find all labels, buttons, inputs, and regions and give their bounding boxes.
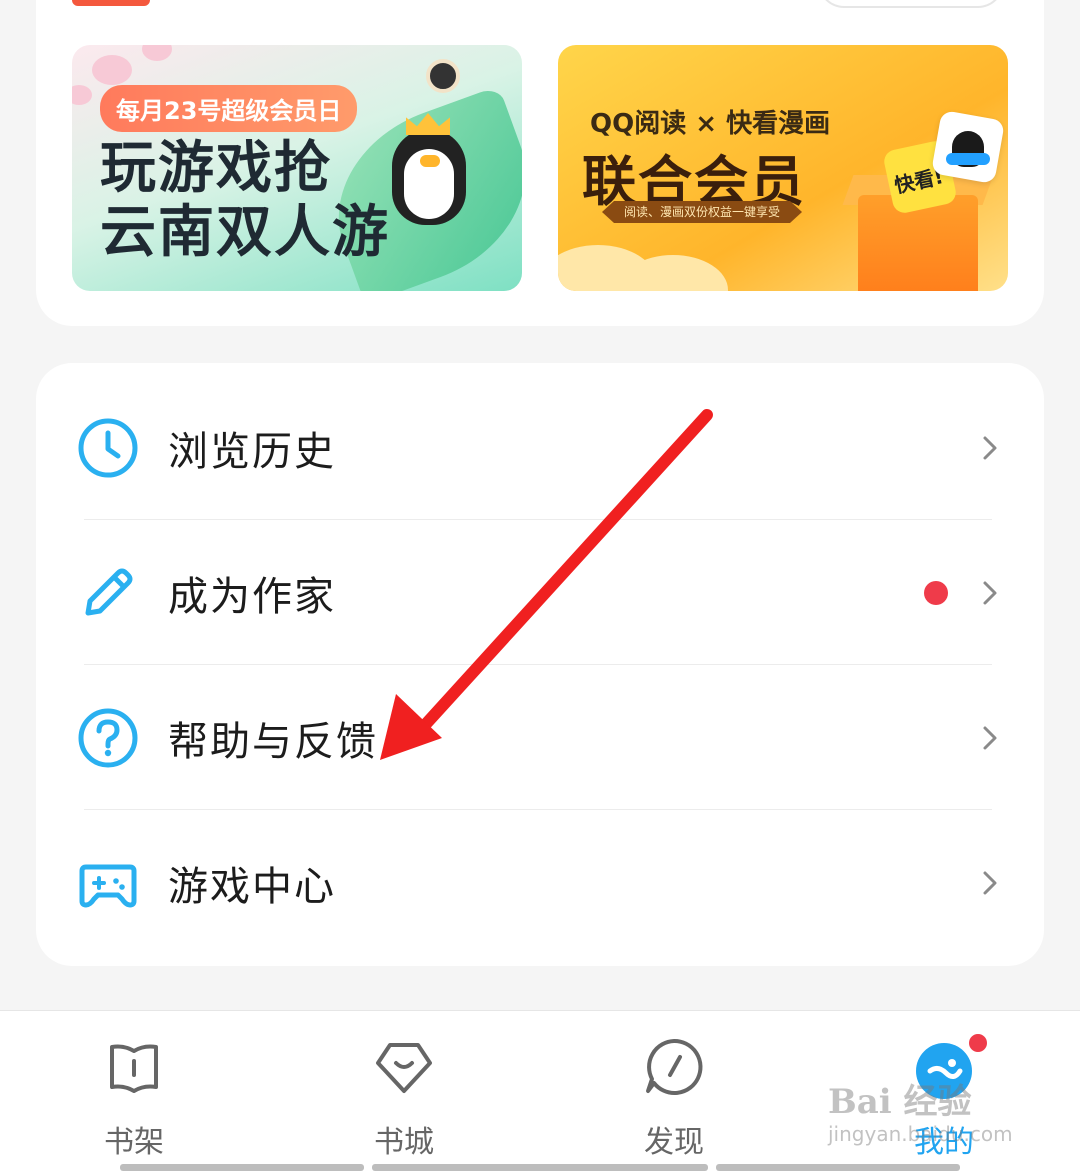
chevron-right-icon [983,581,997,604]
chevron-right-icon [983,871,997,894]
banner-left-title: 玩游戏抢 云南双人游 [100,136,390,265]
chevron-right-icon [983,436,997,459]
nav-label: 书架 [104,1125,164,1160]
baidu-watermark: Bai 经验 jingyan.baidu.com [828,1082,1013,1146]
menu-item-label: 游戏中心 [168,863,336,910]
nav-tab-discover[interactable]: 发现 [604,1027,744,1160]
menu-item-label: 成为作家 [168,573,336,620]
home-indicator [120,1164,364,1171]
promo-banner-joint-membership[interactable]: 快看! QQ阅读 × 快看漫画 联合会员 阅读、漫画双份权益一键享受 [558,45,1008,291]
bookshelf-icon [110,1044,158,1093]
chevron-right-icon [983,726,997,749]
top-pill-button[interactable] [818,0,1004,8]
banner-right-subtitle: QQ阅读 × 快看漫画 [590,109,831,139]
pencil-icon [85,568,133,615]
menu-item-label: 浏览历史 [168,428,336,475]
menu-item-help-feedback[interactable]: 帮助与反馈 [36,665,1044,810]
menu-item-become-writer[interactable]: 成为作家 [36,520,1044,665]
notification-dot [924,580,948,605]
menu-item-history[interactable]: 浏览历史 [36,375,1044,520]
compass-icon [646,1038,703,1095]
promo-banner-member-day[interactable]: 每月23号超级会员日 玩游戏抢 云南双人游 [72,45,522,291]
menu-card: 浏览历史 成为作家 帮助与反馈 游戏中心 [36,363,1044,966]
nav-tab-bookshelf[interactable]: 书架 [64,1027,204,1160]
home-indicator [716,1164,960,1171]
nav-tab-bookstore[interactable]: 书城 [334,1027,474,1160]
bookstore-icon [376,1043,432,1093]
nav-label: 书城 [374,1125,434,1160]
mascot-badge-icon [426,59,460,93]
notification-badge [966,1031,990,1055]
member-day-tag: 每月23号超级会员日 [100,85,358,132]
menu-item-game-center[interactable]: 游戏中心 [36,810,1044,955]
clock-icon [78,418,138,477]
gamepad-icon [79,864,137,907]
banner-right-ribbon: 阅读、漫画双份权益一键享受 [602,201,802,223]
home-indicator [372,1164,708,1171]
nav-label: 发现 [644,1125,704,1160]
question-circle-icon [78,708,138,767]
top-badge [72,0,150,6]
qq-penguin-icon [946,131,990,167]
menu-item-label: 帮助与反馈 [168,718,378,765]
